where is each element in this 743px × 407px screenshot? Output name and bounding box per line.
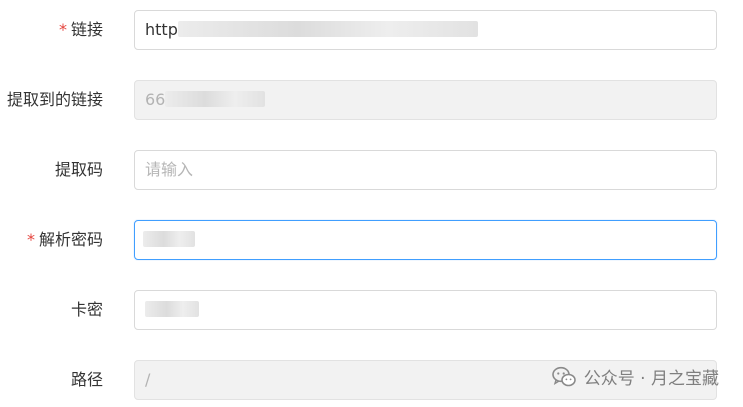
extraction-form: * 链接 http 提取到的链接 66 提取码 请输入 * 解析密码 卡密 路径… xyxy=(0,0,743,407)
link-row: * 链接 http xyxy=(0,10,743,50)
card-key-row: 卡密 xyxy=(0,290,743,330)
redacted-text xyxy=(143,231,195,247)
parse-password-row: * 解析密码 xyxy=(0,220,743,260)
redacted-text xyxy=(177,21,478,37)
redacted-text xyxy=(145,301,199,317)
path-label: 路径 xyxy=(70,370,103,389)
extract-code-input[interactable]: 请输入 xyxy=(134,150,717,190)
extracted-link-row: 提取到的链接 66 xyxy=(0,80,743,120)
redacted-text xyxy=(165,91,266,107)
extract-code-label: 提取码 xyxy=(54,160,103,179)
card-key-label: 卡密 xyxy=(70,300,103,319)
parse-password-label: * 解析密码 xyxy=(26,230,103,249)
extract-code-row: 提取码 请输入 xyxy=(0,150,743,190)
watermark-text: 公众号 · 月之宝藏 xyxy=(583,369,719,389)
extracted-link-value: 66 xyxy=(145,90,166,109)
link-input[interactable]: http xyxy=(134,10,717,50)
card-key-input[interactable] xyxy=(134,290,717,330)
path-value: / xyxy=(145,370,151,389)
link-value: http xyxy=(145,20,178,39)
link-label: * 链接 xyxy=(58,20,103,39)
required-mark: * xyxy=(26,230,35,249)
extracted-link-input: 66 xyxy=(134,80,717,120)
extracted-link-label: 提取到的链接 xyxy=(6,90,103,109)
extract-code-placeholder: 请输入 xyxy=(145,160,194,179)
watermark: 公众号 · 月之宝藏 xyxy=(551,364,719,389)
required-mark: * xyxy=(58,20,67,39)
parse-password-input[interactable] xyxy=(134,220,717,260)
wechat-icon xyxy=(551,366,576,386)
